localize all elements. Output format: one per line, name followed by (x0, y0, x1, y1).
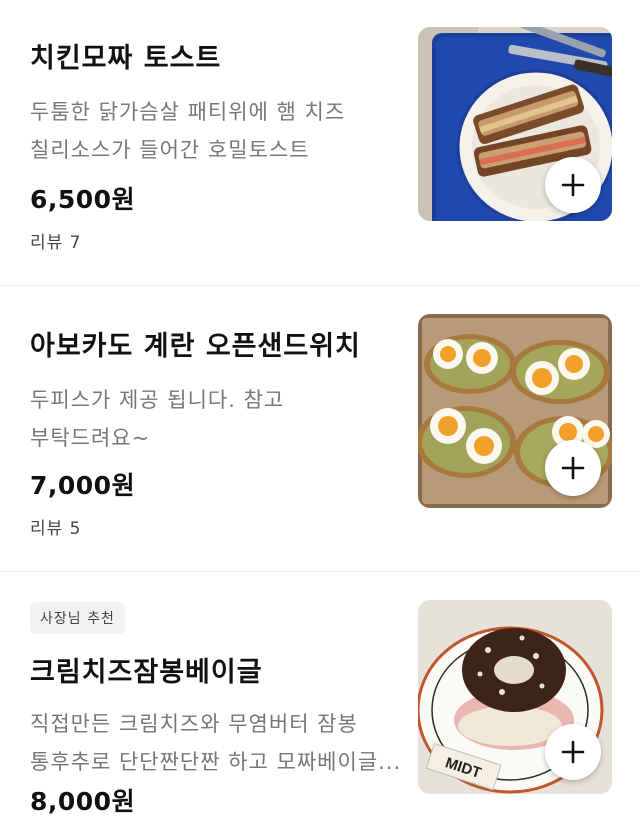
menu-list: 치킨모짜 토스트 두툼한 닭가슴살 패티위에 햄 치즈 칠리소스가 들어간 호밀… (0, 0, 640, 832)
add-to-cart-button[interactable] (545, 440, 601, 496)
description-line: 두툼한 닭가슴살 패티위에 햄 치즈 (30, 100, 346, 124)
menu-item-info: 아보카도 계란 오픈샌드위치 두피스가 제공 됩니다. 참고 부탁드려요~ (30, 324, 400, 457)
menu-item-name: 치킨모짜 토스트 (30, 43, 222, 74)
toast-photo[interactable] (418, 27, 612, 221)
menu-item-description: 직접만든 크림치즈와 무염버터 잠봉 통후추로 단단짠단짠 하고 모짜베이글..… (30, 705, 400, 781)
menu-item-name: 크림치즈잠봉베이글 (30, 657, 263, 688)
bagel-photo[interactable]: MIDT (418, 600, 612, 794)
review-count[interactable]: 리뷰 5 (30, 514, 82, 539)
recommend-badge: 사장님 추천 (30, 602, 125, 634)
sandwich-photo[interactable] (418, 314, 612, 508)
menu-item-price: 7,000원 (30, 471, 136, 500)
menu-item-info: 치킨모짜 토스트 두툼한 닭가슴살 패티위에 햄 치즈 칠리소스가 들어간 호밀… (30, 36, 400, 169)
add-to-cart-button[interactable] (545, 724, 601, 780)
description-line: 칠리소스가 들어간 호밀토스트 (30, 138, 310, 162)
review-count[interactable]: 리뷰 7 (30, 228, 82, 253)
menu-item-description: 두피스가 제공 됩니다. 참고 부탁드려요~ (30, 381, 400, 457)
add-to-cart-button[interactable] (545, 157, 601, 213)
menu-item-avocado-egg-sandwich[interactable]: 아보카도 계란 오픈샌드위치 두피스가 제공 됩니다. 참고 부탁드려요~ 7,… (0, 286, 640, 572)
menu-item-info: 사장님 추천 크림치즈잠봉베이글 직접만든 크림치즈와 무염버터 잠봉 통후추로… (30, 602, 400, 781)
menu-item-price: 6,500원 (30, 185, 136, 214)
menu-item-name: 아보카도 계란 오픈샌드위치 (30, 331, 361, 362)
plus-icon (561, 740, 585, 764)
plus-icon (561, 456, 585, 480)
plus-icon (561, 173, 585, 197)
description-line: 직접만든 크림치즈와 무염버터 잠봉 (30, 712, 358, 736)
description-line: 통후추로 단단짠단짠 하고 모짜베이글... (30, 750, 402, 774)
menu-item-description: 두툼한 닭가슴살 패티위에 햄 치즈 칠리소스가 들어간 호밀토스트 (30, 93, 400, 169)
menu-item-chicken-mozza-toast[interactable]: 치킨모짜 토스트 두툼한 닭가슴살 패티위에 햄 치즈 칠리소스가 들어간 호밀… (0, 0, 640, 286)
description-line: 두피스가 제공 됩니다. 참고 (30, 388, 285, 412)
menu-item-price: 8,000원 (30, 787, 136, 816)
menu-item-cream-cheese-jambon-bagel[interactable]: 사장님 추천 크림치즈잠봉베이글 직접만든 크림치즈와 무염버터 잠봉 통후추로… (0, 572, 640, 832)
description-line: 부탁드려요~ (30, 426, 151, 450)
